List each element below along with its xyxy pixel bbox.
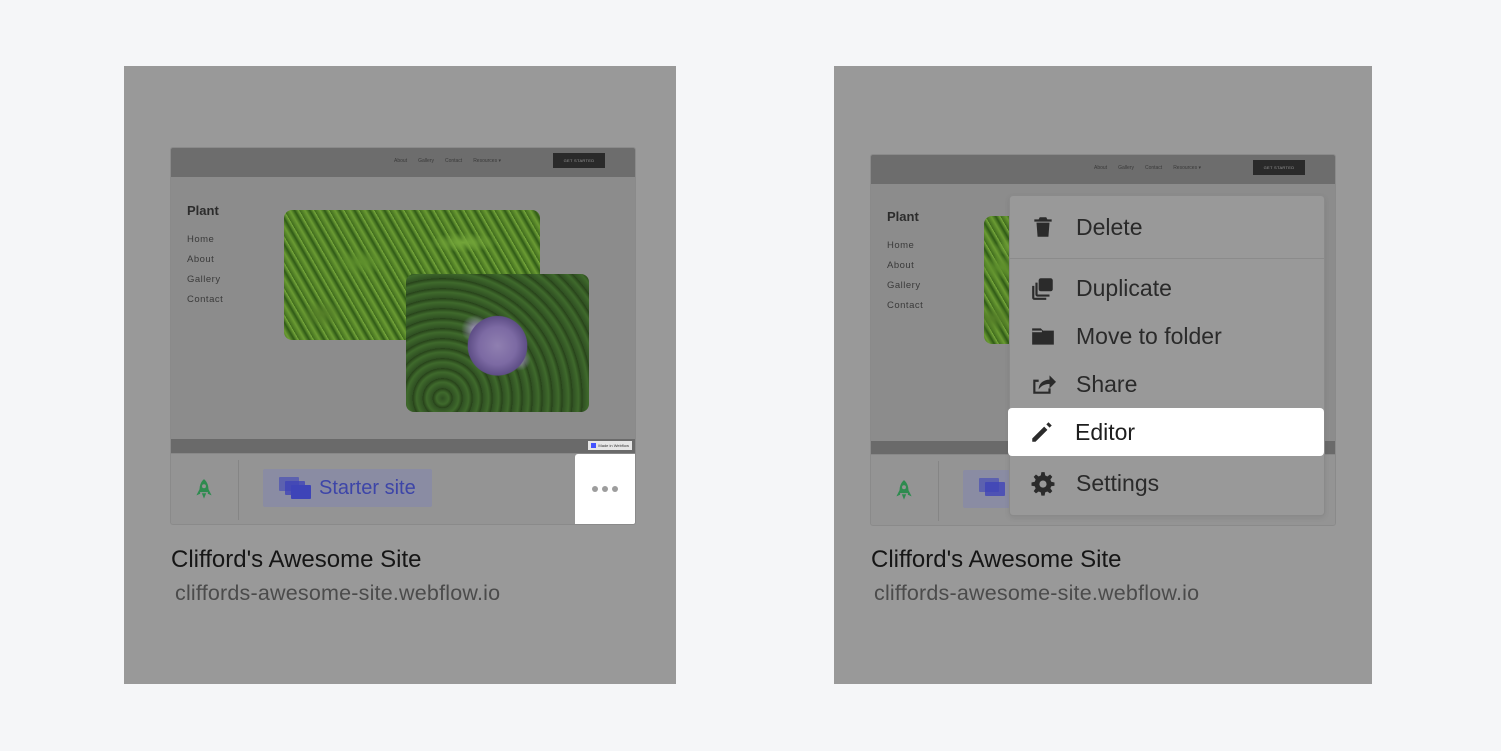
starter-site-label: Starter site: [319, 476, 416, 499]
preview-menu-item: Gallery: [187, 274, 221, 285]
toolbar-divider: [938, 461, 939, 521]
menu-item-label: Move to folder: [1076, 322, 1222, 349]
dot-icon: [612, 486, 618, 492]
menu-item-move-to-folder[interactable]: Move to folder: [1010, 312, 1324, 360]
rocket-icon[interactable]: [891, 478, 917, 504]
folder-icon: [1032, 328, 1054, 345]
dot-icon: [592, 486, 598, 492]
duplicate-icon: [1032, 278, 1053, 300]
context-menu: Delete Duplicate Move to folder Share Se…: [1009, 195, 1325, 516]
menu-item-label: Settings: [1076, 469, 1160, 496]
site-url[interactable]: cliffords-awesome-site.webflow.io: [175, 581, 500, 606]
site-preview[interactable]: About Gallery Contact Resources ▾ GET ST…: [171, 148, 635, 453]
preview-brand: Plant: [887, 209, 919, 224]
right-panel: About Gallery Contact Resources ▾ GET ST…: [834, 66, 1372, 684]
preview-menu-item: Gallery: [887, 280, 921, 291]
preview-menu: Home About Gallery Contact: [887, 236, 923, 316]
preview-menu-item: Home: [187, 234, 215, 245]
preview-nav-link: Gallery: [418, 158, 434, 164]
made-in-webflow-badge: Made in Webflow: [588, 441, 632, 450]
dot-icon: [602, 486, 608, 492]
site-title[interactable]: Clifford's Awesome Site: [171, 546, 421, 574]
site-card[interactable]: About Gallery Contact Resources ▾ GET ST…: [170, 147, 636, 525]
gear-icon: [1031, 472, 1055, 496]
preview-nav-links: About Gallery Contact Resources ▾: [1094, 165, 1201, 171]
preview-menu-item: Contact: [187, 294, 224, 305]
preview-nav-link: About: [394, 158, 408, 164]
menu-item-label: Duplicate: [1076, 274, 1172, 301]
preview-nav-link: Resources ▾: [1173, 165, 1201, 171]
toolbar-divider: [238, 460, 239, 520]
pencil-icon: [1032, 422, 1052, 442]
menu-item-editor[interactable]: Editor: [1008, 408, 1324, 456]
starter-site-badge[interactable]: Starter site: [263, 469, 432, 507]
layers-icon: [279, 477, 311, 499]
preview-menu-item: About: [187, 254, 215, 265]
more-options-button[interactable]: [575, 454, 635, 524]
layers-icon: [979, 478, 1009, 500]
rocket-icon[interactable]: [191, 477, 217, 503]
menu-divider: [1010, 258, 1324, 259]
share-icon: [1033, 375, 1056, 394]
menu-item-delete[interactable]: Delete: [1010, 203, 1324, 251]
menu-item-label: Editor: [1075, 418, 1136, 445]
preview-nav-link: Contact: [444, 158, 463, 164]
preview-cta-button: GET STARTED: [1253, 160, 1305, 175]
webflow-logo-icon: [591, 443, 597, 448]
trash-icon: [1034, 217, 1052, 237]
badge-label: Made in Webflow: [598, 443, 629, 448]
menu-item-label: Delete: [1076, 213, 1143, 240]
preview-nav-link: About: [1094, 165, 1108, 171]
preview-menu-item: Contact: [887, 300, 924, 311]
preview-menu-item: Home: [887, 240, 915, 251]
menu-item-share[interactable]: Share: [1010, 360, 1324, 408]
preview-menu-item: About: [887, 260, 915, 271]
preview-nav: About Gallery Contact Resources ▾ GET ST…: [171, 148, 635, 177]
preview-menu: Home About Gallery Contact: [187, 230, 223, 310]
preview-footer: [171, 439, 635, 453]
preview-nav-link: Gallery: [1118, 165, 1134, 171]
preview-cta-button: GET STARTED: [553, 153, 605, 168]
preview-brand: Plant: [187, 203, 219, 218]
site-url[interactable]: cliffords-awesome-site.webflow.io: [874, 581, 1199, 606]
menu-item-settings[interactable]: Settings: [1010, 459, 1324, 507]
menu-item-duplicate[interactable]: Duplicate: [1010, 264, 1324, 312]
preview-nav-links: About Gallery Contact Resources ▾: [394, 158, 501, 164]
card-toolbar: Starter site: [171, 453, 635, 524]
preview-nav: About Gallery Contact Resources ▾ GET ST…: [871, 155, 1335, 184]
site-title[interactable]: Clifford's Awesome Site: [871, 546, 1121, 574]
preview-nav-link: Contact: [1144, 165, 1163, 171]
menu-item-label: Share: [1076, 370, 1138, 397]
left-panel: About Gallery Contact Resources ▾ GET ST…: [124, 66, 676, 684]
preview-nav-link: Resources ▾: [473, 158, 501, 164]
hydrangea-photo: [406, 274, 589, 412]
